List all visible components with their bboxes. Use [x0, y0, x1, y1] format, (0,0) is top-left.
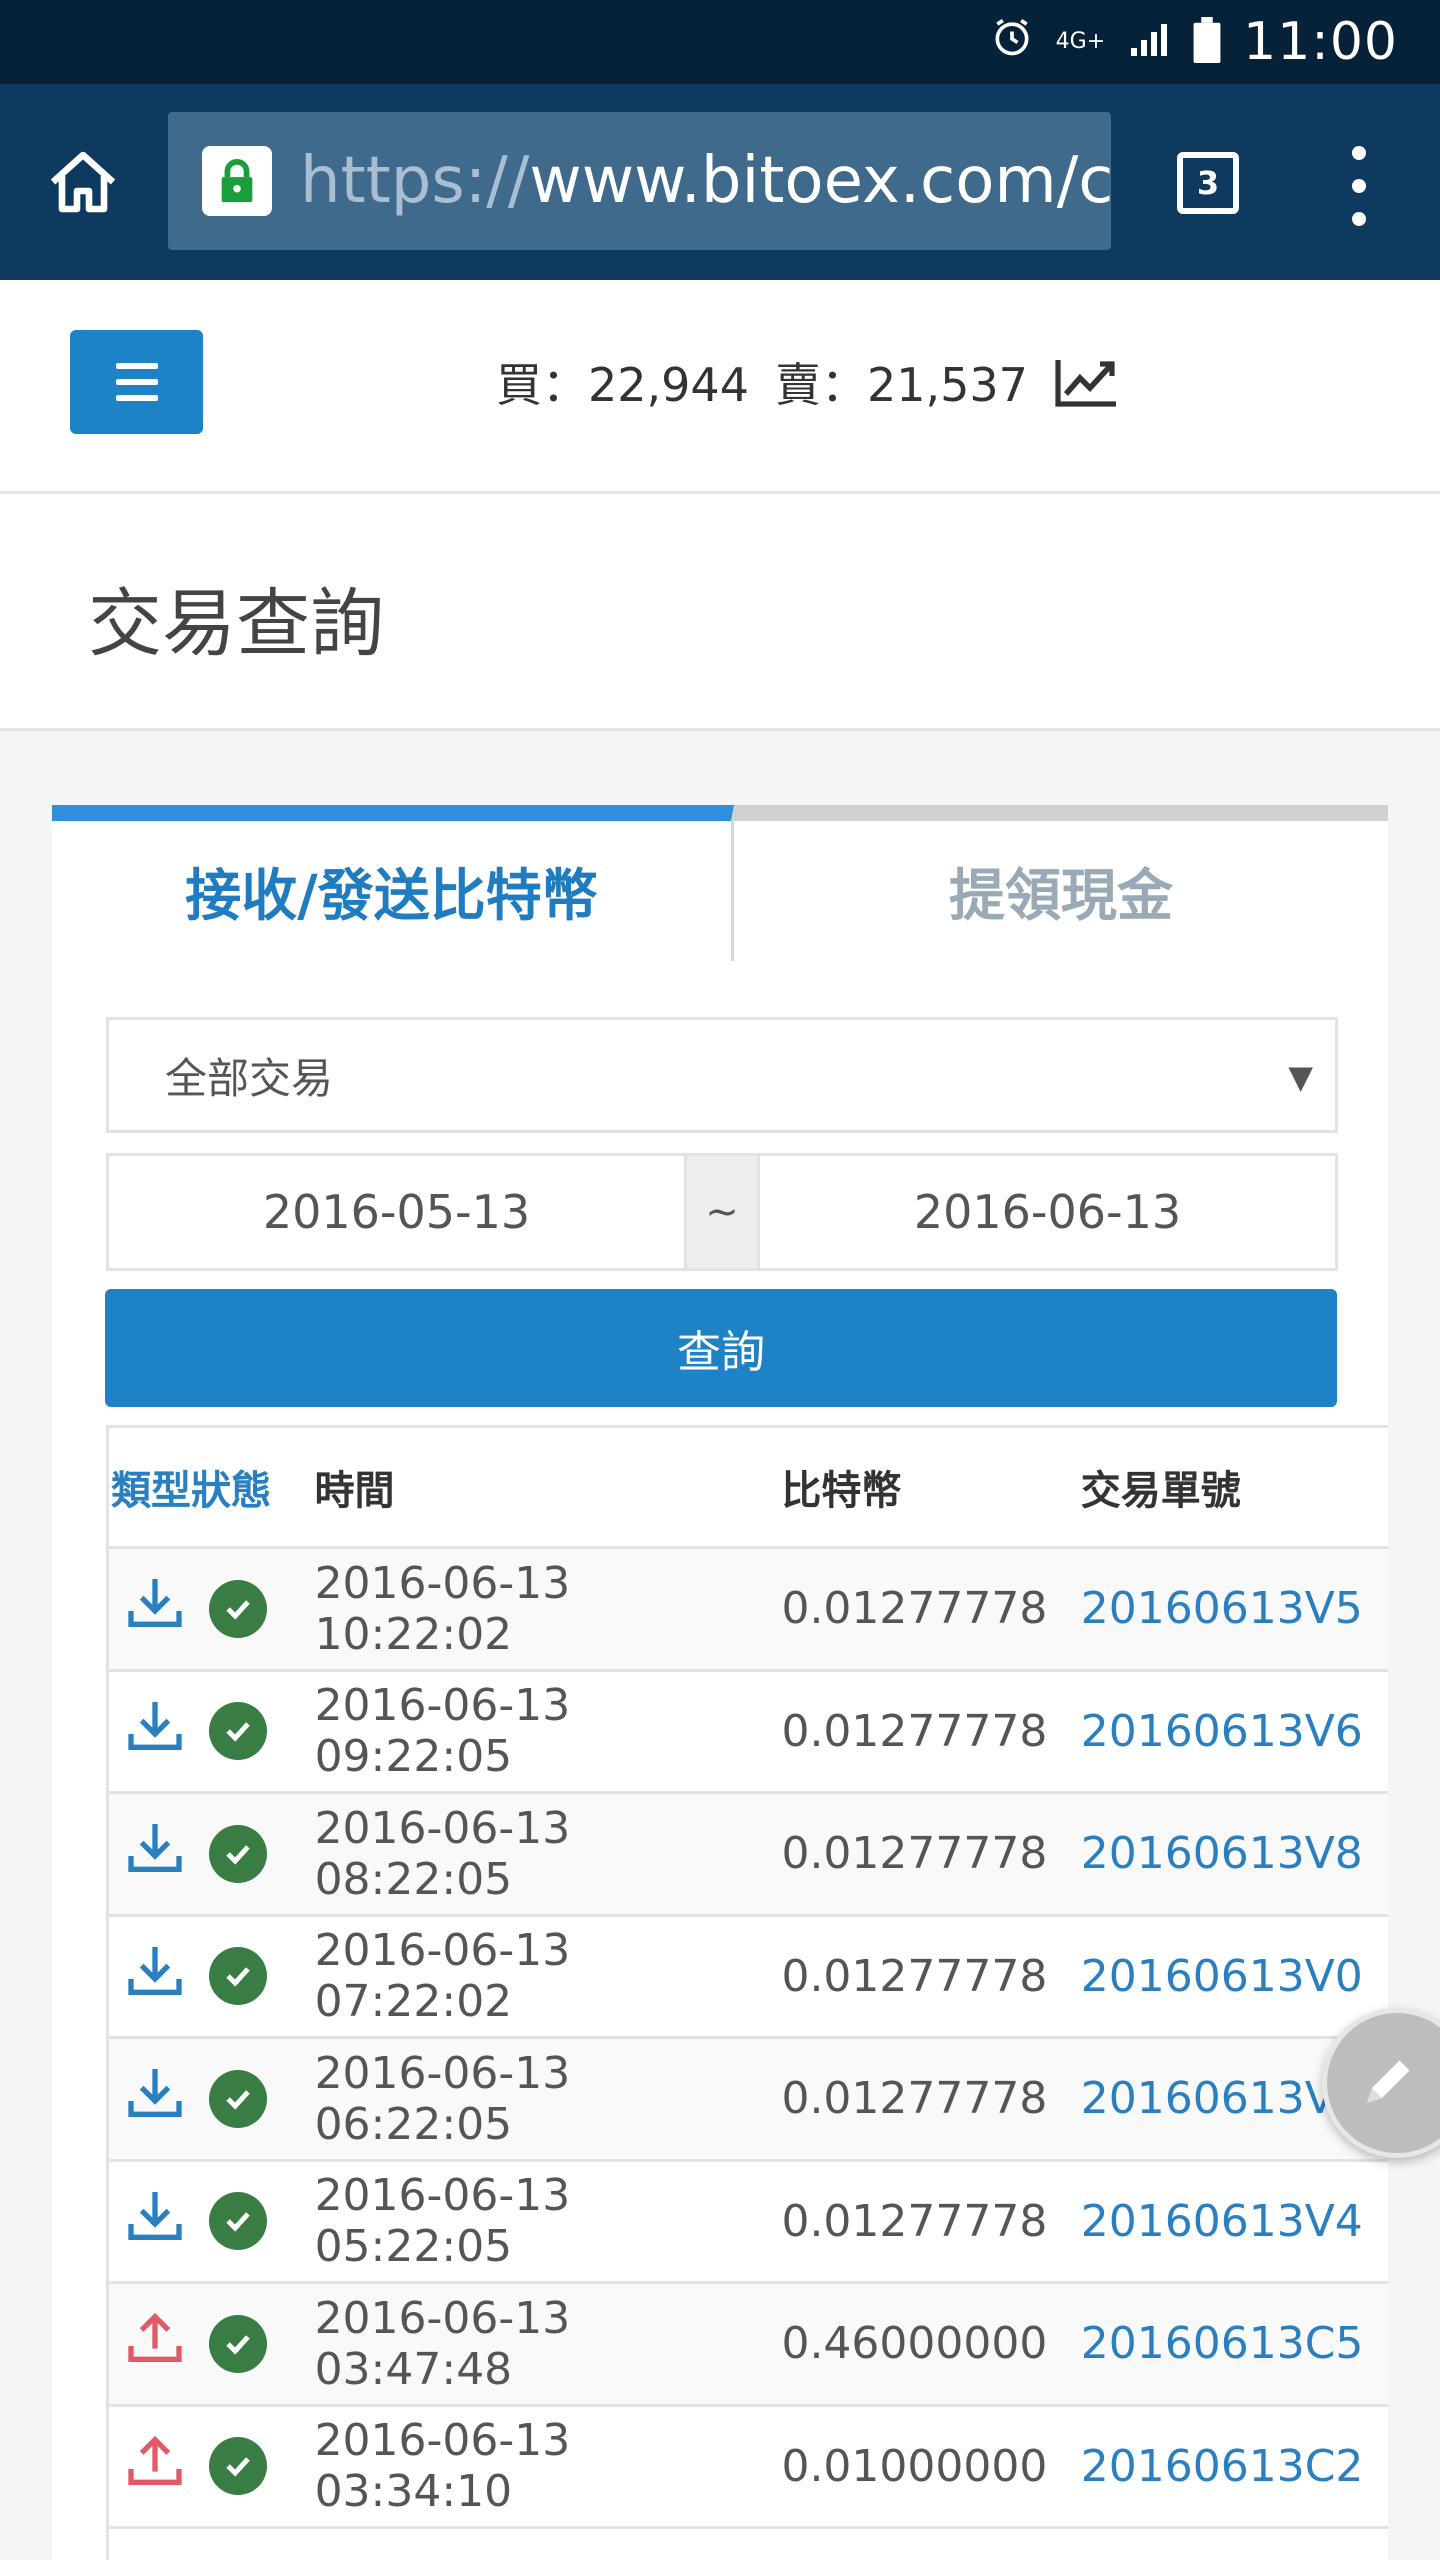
time-cell: 2016-06-13 03:34:10 [314, 2415, 571, 2518]
check-icon [209, 2437, 267, 2496]
table-header: 類型狀態 時間 比特幣 交易單號 [109, 1425, 1388, 1549]
header-type-status: 類型狀態 [111, 1468, 271, 1514]
receive-icon [123, 1694, 187, 1769]
clock: 11:00 [1243, 12, 1398, 72]
site-header: 買：22,944 賣：21,537 [0, 280, 1440, 494]
tx-id-link[interactable]: 20160613C5 [1081, 2318, 1388, 2369]
btc-cell: 0.01277778 [781, 2073, 1048, 2125]
hamburger-menu-button[interactable] [70, 330, 203, 434]
sell-price: 賣：21,537 [774, 358, 1028, 412]
trend-chart-icon[interactable] [1054, 356, 1120, 408]
btc-cell: 0.46000000 [781, 2318, 1048, 2370]
date-separator: ~ [684, 1156, 760, 1268]
tab-withdraw-cash[interactable]: 提領現金 [734, 805, 1388, 961]
tx-id-link[interactable]: 20160613V6 [1081, 1706, 1388, 1757]
btc-cell: 0.01277778 [781, 1583, 1048, 1635]
check-icon [209, 2192, 267, 2251]
table-row: 2016-06-13 08:22:05 0.01277778 20160613V… [109, 1794, 1388, 1917]
date-to-input[interactable]: 2016-06-13 [760, 1156, 1335, 1268]
buy-price: 買：22,944 [496, 358, 749, 412]
time-cell: 2016-06-13 05:22:05 [314, 2170, 571, 2273]
lock-icon [202, 146, 272, 216]
select-value: 全部交易 [165, 1053, 334, 1103]
table-body: 2016-06-13 10:22:02 0.01277778 20160613V… [109, 1549, 1388, 2529]
btc-cell: 0.01277778 [781, 1705, 1048, 1757]
transaction-table: 類型狀態 時間 比特幣 交易單號 2016-06-13 10:22:02 0.0… [106, 1425, 1388, 2560]
dropdown-arrow-icon: ▼ [1288, 1058, 1313, 1096]
receive-icon [123, 2061, 187, 2136]
type-status-cell [109, 1816, 309, 1891]
tx-id-link[interactable]: 20160613V4 [1081, 2196, 1388, 2247]
table-row: 2016-06-13 03:47:48 0.46000000 20160613C… [109, 2284, 1388, 2407]
table-row: 2016-06-13 03:34:10 0.01000000 20160613C… [109, 2407, 1388, 2529]
receive-icon [123, 1816, 187, 1891]
check-icon [209, 1947, 267, 2006]
tx-id-link[interactable]: 20160613V5 [1081, 1583, 1388, 1634]
check-icon [209, 1579, 267, 1638]
btc-cell: 0.01277778 [781, 1950, 1048, 2002]
home-icon [50, 151, 115, 213]
type-status-cell [109, 2061, 309, 2136]
tx-id-link[interactable]: 20160613C2 [1081, 2441, 1388, 2492]
btc-cell: 0.01000000 [781, 2440, 1048, 2492]
status-bar: 4G+ 11:00 [0, 0, 1440, 84]
time-cell: 2016-06-13 07:22:02 [314, 1925, 571, 2028]
check-icon [209, 2314, 267, 2373]
date-range: 2016-05-13 ~ 2016-06-13 [106, 1153, 1338, 1271]
query-button[interactable]: 查詢 [105, 1289, 1337, 1407]
time-cell: 2016-06-13 08:22:05 [314, 1802, 571, 1905]
btc-cell: 0.01277778 [781, 2195, 1048, 2247]
page-title: 交易查詢 [88, 581, 384, 667]
table-row: 2016-06-13 05:22:05 0.01277778 20160613V… [109, 2162, 1388, 2284]
time-cell: 2016-06-13 06:22:05 [314, 2047, 571, 2150]
btc-cell: 0.01277778 [781, 1828, 1048, 1880]
time-cell: 2016-06-13 10:22:02 [314, 1557, 571, 1660]
type-status-cell [109, 1694, 309, 1769]
browser-toolbar: https://www.bitoex.com/c 3 [0, 84, 1440, 280]
type-status-cell [109, 1939, 309, 2014]
tab-send-receive-btc[interactable]: 接收/發送比特幣 [52, 805, 734, 961]
home-button[interactable] [0, 149, 165, 215]
pencil-icon [1367, 2060, 1410, 2103]
send-icon [123, 2306, 187, 2381]
transaction-panel: 接收/發送比特幣 提領現金 全部交易 ▼ 2016-05-13 ~ 2016-0… [52, 805, 1388, 2560]
tab-switcher-button[interactable]: 3 [1177, 152, 1239, 214]
check-icon [209, 2069, 267, 2128]
table-row: 2016-06-13 07:22:02 0.01277778 20160613V… [109, 1917, 1388, 2039]
type-status-cell [109, 2184, 309, 2259]
table-row: 2016-06-13 06:22:05 0.01277778 20160613V… [109, 2039, 1388, 2162]
receive-icon [123, 2184, 187, 2259]
check-icon [209, 1824, 267, 1883]
send-icon [123, 2429, 187, 2504]
table-row: 2016-06-13 09:22:05 0.01277778 20160613V… [109, 1672, 1388, 1794]
type-status-cell [109, 2306, 309, 2381]
overflow-menu-button[interactable] [1344, 146, 1374, 226]
header-btc: 比特幣 [781, 1468, 902, 1514]
price-ticker: 買：22,944 賣：21,537 [496, 350, 1120, 414]
receive-icon [123, 1571, 187, 1646]
time-cell: 2016-06-13 09:22:05 [314, 1680, 571, 1783]
header-tx-id: 交易單號 [1080, 1468, 1241, 1514]
address-bar[interactable]: https://www.bitoex.com/c [168, 112, 1111, 250]
receive-icon [123, 1939, 187, 2014]
signal-icon [1127, 20, 1171, 64]
date-from-input[interactable]: 2016-05-13 [109, 1156, 684, 1268]
url-text: https://www.bitoex.com/c [300, 144, 1111, 218]
battery-icon [1193, 17, 1221, 67]
check-icon [209, 1702, 267, 1761]
alarm-icon [990, 15, 1034, 69]
tx-id-link[interactable]: 20160613V0 [1081, 1951, 1388, 2002]
time-cell: 2016-06-13 03:47:48 [314, 2292, 571, 2395]
transaction-type-select[interactable]: 全部交易 ▼ [106, 1017, 1338, 1133]
tx-id-link[interactable]: 20160613V8 [1081, 1828, 1388, 1879]
page-header: 交易查詢 [0, 494, 1440, 731]
header-time: 時間 [314, 1468, 395, 1514]
network-type-label: 4G+ [1055, 29, 1106, 54]
type-status-cell [109, 1571, 309, 1646]
type-status-cell [109, 2429, 309, 2504]
table-row: 2016-06-13 10:22:02 0.01277778 20160613V… [109, 1549, 1388, 1672]
